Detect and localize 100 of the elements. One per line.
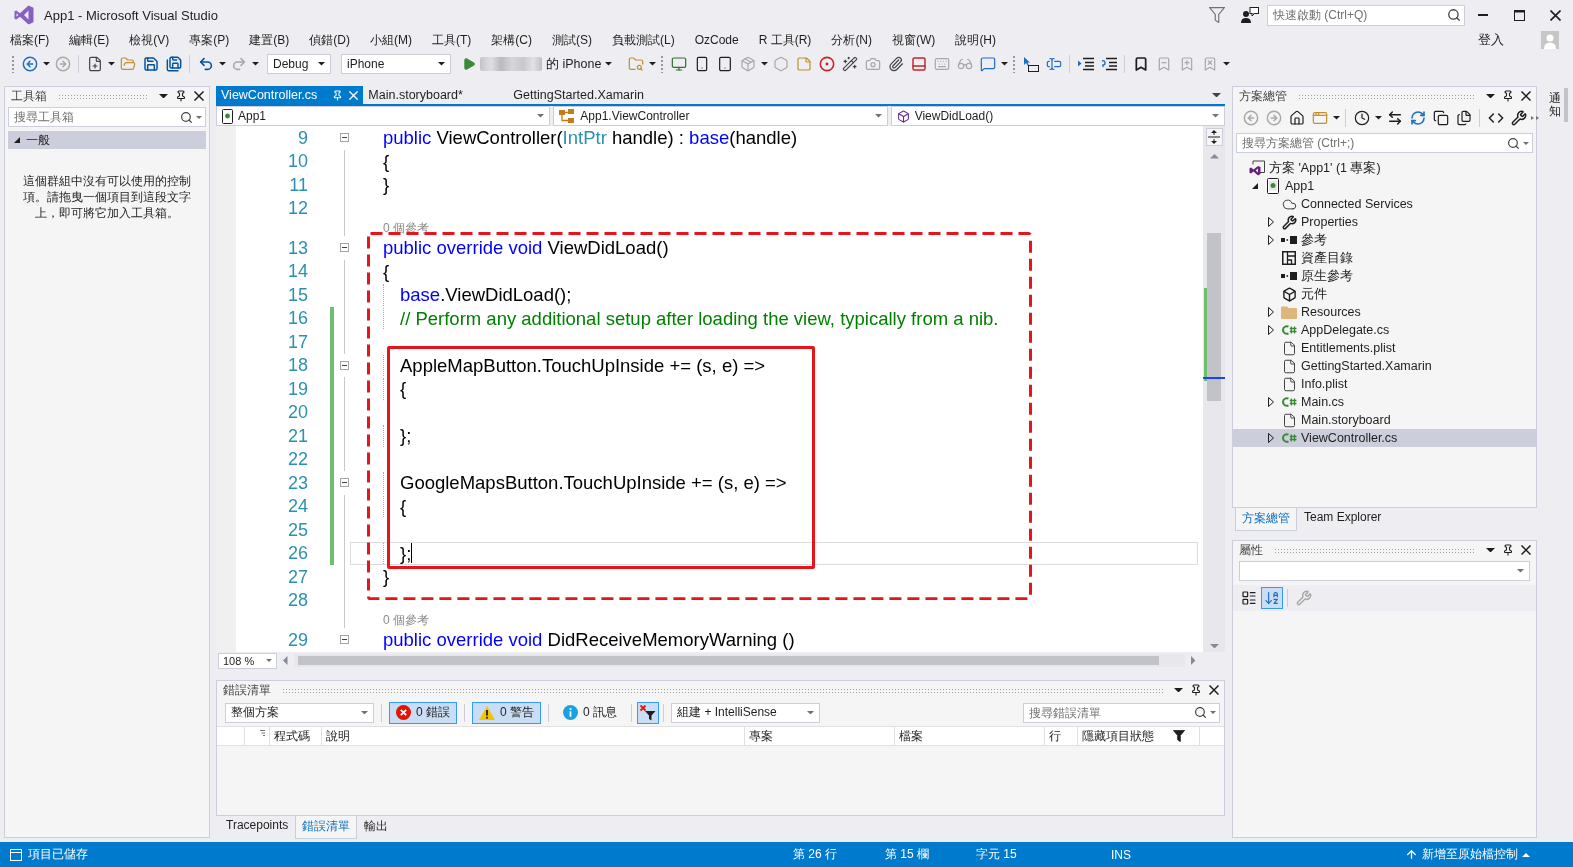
funnel-icon[interactable]: [1173, 730, 1185, 742]
search-box[interactable]: 搜尋工具箱: [8, 107, 206, 127]
vertical-scrollbar[interactable]: [1203, 126, 1225, 652]
scrollbar-thumb[interactable]: [1207, 232, 1221, 401]
caret-icon[interactable]: [1486, 547, 1495, 553]
search-icon[interactable]: [180, 110, 193, 124]
tree-item[interactable]: 方案 'App1' (1 專案): [1233, 159, 1384, 177]
maximize-icon[interactable]: [1513, 9, 1525, 21]
project-dropdown[interactable]: App1: [216, 106, 551, 126]
collapse-icon[interactable]: [339, 478, 349, 488]
caret-icon[interactable]: [1000, 62, 1008, 66]
tree-item[interactable]: App1: [1249, 177, 1318, 195]
caret-icon[interactable]: [760, 62, 768, 66]
horizontal-scrollbar[interactable]: [293, 654, 1185, 667]
collapsed-arrow-icon[interactable]: [1268, 433, 1274, 443]
menu-item[interactable]: 編輯(E): [59, 31, 120, 49]
caret-icon[interactable]: [1222, 62, 1230, 66]
tree-item[interactable]: Resources: [1265, 303, 1364, 321]
split-button[interactable]: [1205, 128, 1223, 146]
column-header[interactable]: 程式碼: [270, 727, 322, 745]
member-dropdown[interactable]: ViewDidLoad(): [890, 106, 1225, 126]
caret-icon[interactable]: [159, 93, 168, 99]
stacked-windows-icon[interactable]: [1432, 110, 1449, 126]
tree-item[interactable]: 元件: [1265, 285, 1330, 303]
collapsed-arrow-icon[interactable]: [1268, 235, 1274, 245]
tree-item[interactable]: AppDelegate.cs: [1265, 321, 1393, 339]
undo-icon[interactable]: [197, 56, 214, 72]
tree-item[interactable]: Main.cs: [1265, 393, 1348, 411]
close-icon[interactable]: [194, 91, 204, 101]
source-control-button[interactable]: 新增至原始檔控制: [1405, 846, 1573, 863]
toolbar-grip[interactable]: [11, 55, 15, 73]
files-icon[interactable]: [1455, 110, 1472, 126]
pin-icon[interactable]: [1190, 684, 1202, 696]
double-triangle-icon[interactable]: [1531, 116, 1539, 120]
column-header[interactable]: 說明: [322, 727, 745, 745]
column-header[interactable]: 行: [1045, 727, 1078, 745]
quick-launch-field[interactable]: 快速啟動 (Ctrl+Q): [1273, 8, 1444, 22]
menu-item[interactable]: 視窗(W): [882, 31, 946, 49]
menu-item[interactable]: 小組(M): [360, 31, 422, 49]
menu-item[interactable]: 說明(H): [945, 31, 1007, 49]
tree-item[interactable]: GettingStarted.Xamarin: [1265, 357, 1435, 375]
collapse-icon[interactable]: [339, 635, 349, 645]
caret-icon[interactable]: [605, 62, 613, 66]
panel-icon[interactable]: [910, 56, 927, 72]
menu-item[interactable]: 工具(T): [422, 31, 482, 49]
expanded-arrow-icon[interactable]: [14, 137, 20, 143]
scroll-right-icon[interactable]: [1190, 656, 1195, 665]
sort-az-icon[interactable]: [1260, 587, 1283, 609]
menu-item[interactable]: 檢視(V): [119, 31, 180, 49]
code-icon[interactable]: [1487, 110, 1504, 126]
clock-icon[interactable]: [1353, 110, 1370, 126]
menu-item[interactable]: 偵錯(D): [299, 31, 360, 49]
search-box[interactable]: 搜尋錯誤清單: [1023, 702, 1220, 723]
cursor-box-icon[interactable]: [1022, 56, 1039, 72]
expanded-arrow-icon[interactable]: [1252, 183, 1258, 189]
document-tab[interactable]: GettingStarted.Xamarin: [508, 86, 654, 104]
circle-arrow-left-icon[interactable]: [21, 56, 38, 72]
sign-in-link[interactable]: 登入: [1478, 31, 1504, 49]
scrollbar-thumb[interactable]: [297, 656, 1159, 665]
panel-tab[interactable]: 錯誤清單: [295, 816, 358, 839]
question-lines-icon[interactable]: [1100, 57, 1117, 71]
warning-filter-button[interactable]: 0 警告: [472, 701, 542, 724]
tree-item[interactable]: Properties: [1265, 213, 1361, 231]
search-field[interactable]: 搜尋錯誤清單: [1029, 705, 1191, 720]
tree-item[interactable]: Entitlements.plist: [1265, 339, 1399, 357]
scope-dropdown[interactable]: 整個方案: [225, 702, 374, 723]
menu-item[interactable]: 專案(P): [179, 31, 240, 49]
menu-item[interactable]: OzCode: [684, 33, 749, 47]
caret-icon[interactable]: [438, 62, 445, 66]
caret-icon[interactable]: [1174, 687, 1183, 693]
caret-icon[interactable]: [107, 62, 115, 66]
search-icon[interactable]: [1447, 8, 1461, 22]
text-cursor-icon[interactable]: [1045, 56, 1062, 72]
side-tab[interactable]: 通知: [1545, 88, 1568, 123]
person-speech-bubble-icon[interactable]: [1241, 7, 1259, 23]
close-icon[interactable]: [1521, 545, 1531, 555]
tree-item[interactable]: 參考: [1265, 231, 1330, 249]
pin-icon[interactable]: [1502, 544, 1514, 556]
collapsed-arrow-icon[interactable]: [1268, 217, 1274, 227]
collapse-icon[interactable]: [339, 133, 349, 143]
collapse-icon[interactable]: [339, 243, 349, 253]
arrows-left-right-icon[interactable]: [1386, 110, 1403, 126]
panel-tab[interactable]: 輸出: [357, 816, 396, 839]
tree-item[interactable]: Main.storyboard: [1265, 411, 1394, 429]
tablet-icon[interactable]: [716, 56, 733, 72]
menu-item[interactable]: 分析(N): [821, 31, 883, 49]
monitor-icon[interactable]: [670, 56, 687, 72]
refresh-icon[interactable]: [1409, 110, 1426, 126]
menu-item[interactable]: R 工具(R): [748, 31, 822, 49]
quick-launch-box[interactable]: 快速啟動 (Ctrl+Q): [1267, 4, 1465, 26]
tree-item[interactable]: Connected Services: [1265, 195, 1416, 213]
tree-item[interactable]: Info.plist: [1265, 375, 1351, 393]
home-icon[interactable]: [1288, 110, 1305, 126]
collapsed-arrow-icon[interactable]: [1268, 397, 1274, 407]
menu-item[interactable]: 負載測試(L): [602, 31, 685, 49]
save-icon[interactable]: [142, 56, 159, 72]
column-header[interactable]: 隱藏項目狀態: [1078, 727, 1200, 745]
caret-icon[interactable]: [318, 62, 325, 66]
menu-item[interactable]: 測試(S): [542, 31, 602, 49]
panel-tab[interactable]: Team Explorer: [1297, 508, 1389, 528]
